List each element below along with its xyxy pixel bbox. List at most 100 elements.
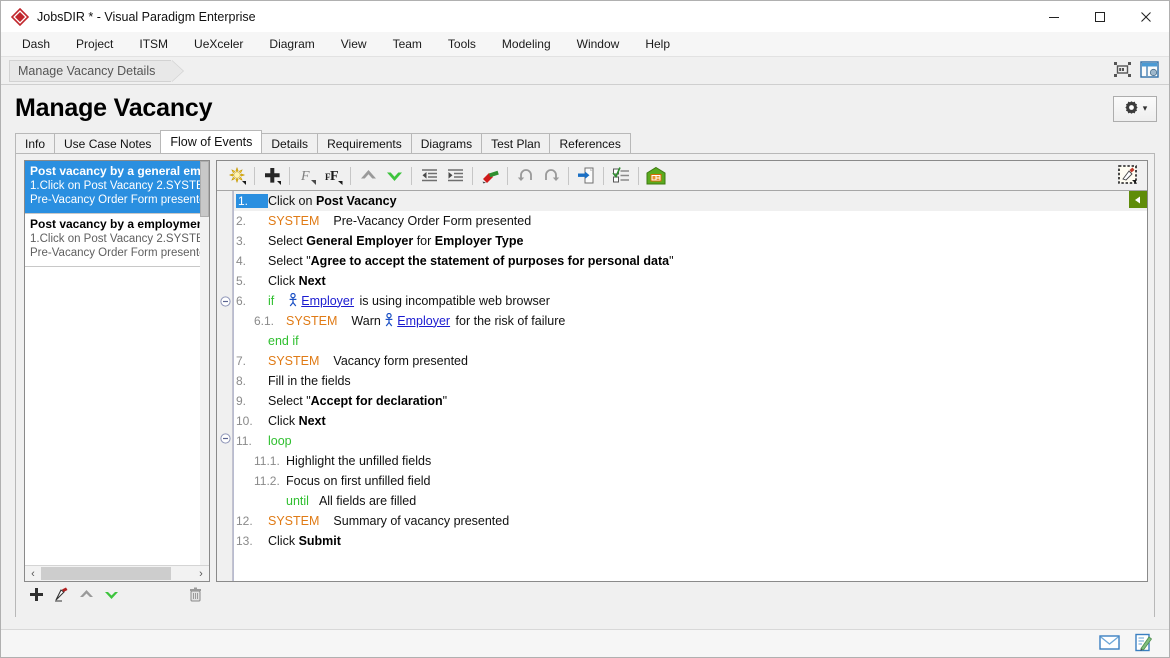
flow-steps-editor[interactable]: 1. Click on Post Vacancy 2. SYSTEM Pre-Va… — [217, 190, 1147, 581]
actor-link-employer[interactable]: Employer — [397, 314, 450, 328]
table-row[interactable]: 1. Click on Post Vacancy — [234, 191, 1147, 211]
menu-item-project[interactable]: Project — [63, 34, 126, 54]
breadcrumb-right-icons — [1113, 60, 1169, 81]
tab-diagrams[interactable]: Diagrams — [410, 133, 483, 153]
scenario-list-panel: Post vacancy by a general em. 1.Click on… — [24, 160, 210, 582]
open-sub-flow-icon[interactable] — [573, 164, 599, 188]
delete-scenario-icon[interactable] — [187, 586, 204, 606]
font-size-icon[interactable]: F F — [320, 164, 346, 188]
toolbar-separator — [411, 166, 412, 185]
menu-item-view[interactable]: View — [328, 34, 380, 54]
table-row[interactable]: 8. Fill in the fields — [234, 371, 1147, 391]
tab-requirements[interactable]: Requirements — [317, 133, 412, 153]
add-scenario-icon[interactable] — [28, 586, 45, 606]
scroll-track[interactable] — [41, 566, 193, 581]
table-row[interactable]: 12. SYSTEM Summary of vacancy presented — [234, 511, 1147, 531]
flow-editor-panel: F F F 1. Click on Post Vacancy 2. SYSTEM… — [216, 160, 1148, 582]
menu-item-dash[interactable]: Dash — [9, 34, 63, 54]
scenario-vertical-scroll-thumb[interactable] — [200, 161, 209, 217]
table-row[interactable]: 2. SYSTEM Pre-Vacancy Order Form presente… — [234, 211, 1147, 231]
move-up-icon[interactable] — [78, 586, 95, 606]
menu-item-itsm[interactable]: ITSM — [126, 34, 181, 54]
scenario-vertical-scrollbar[interactable] — [200, 161, 209, 565]
tab-details[interactable]: Details — [261, 133, 319, 153]
list-item[interactable]: Post vacancy by a employment ager 1.Clic… — [25, 214, 209, 267]
table-row[interactable]: 6. if Employer is using incompatible web … — [234, 291, 1147, 311]
move-step-up-icon[interactable] — [355, 164, 381, 188]
table-row[interactable]: 11. loop — [234, 431, 1147, 451]
table-row[interactable]: 11.2. Focus on first unfilled field — [234, 471, 1147, 491]
move-down-icon[interactable] — [103, 586, 120, 606]
table-row[interactable]: 5. Click Next — [234, 271, 1147, 291]
menu-item-uexceler[interactable]: UeXceler — [181, 34, 256, 54]
add-step-icon[interactable] — [259, 164, 285, 188]
undo-icon[interactable] — [512, 164, 538, 188]
scenario-list[interactable]: Post vacancy by a general em. 1.Click on… — [25, 161, 209, 565]
tab-flow-of-events[interactable]: Flow of Events — [160, 130, 263, 153]
step-number: 2. — [236, 214, 247, 228]
edit-scenario-icon[interactable] — [53, 586, 70, 606]
application-window: JobsDIR * - Visual Paradigm Enterprise D… — [0, 0, 1170, 658]
redo-icon[interactable] — [538, 164, 564, 188]
notes-icon[interactable] — [1134, 633, 1153, 655]
table-row[interactable]: 13. Click Submit — [234, 531, 1147, 551]
collapse-toggle-step-6[interactable] — [220, 296, 231, 307]
scenario-desc-line-1: 1.Click on Post Vacancy 2.SYSTEM — [30, 180, 205, 192]
new-flow-icon[interactable] — [224, 164, 250, 188]
outdent-icon[interactable] — [416, 164, 442, 188]
status-bar — [1, 629, 1169, 657]
scenario-horizontal-scrollbar[interactable]: ‹ › — [25, 565, 209, 581]
highlight-icon[interactable] — [477, 164, 503, 188]
svg-text:F: F — [300, 169, 310, 184]
menu-item-window[interactable]: Window — [564, 34, 633, 54]
scroll-right-arrow-icon[interactable]: › — [193, 566, 209, 581]
fit-to-window-icon[interactable] — [1113, 61, 1132, 81]
tab-test-plan[interactable]: Test Plan — [481, 133, 551, 153]
tab-info[interactable]: Info — [15, 133, 56, 153]
edit-marquee-icon[interactable] — [1115, 163, 1141, 187]
scroll-left-arrow-icon[interactable]: ‹ — [25, 566, 41, 581]
table-row[interactable]: 6.1. SYSTEM Warn Employer for the risk of… — [234, 311, 1147, 331]
actor-link-employer[interactable]: Employer — [301, 294, 354, 308]
selected-row-marker-icon[interactable] — [1129, 191, 1147, 208]
menu-item-team[interactable]: Team — [380, 34, 435, 54]
mail-icon[interactable] — [1099, 634, 1120, 654]
table-row[interactable]: 4. Select "Agree to accept the statement… — [234, 251, 1147, 271]
menu-item-diagram[interactable]: Diagram — [256, 34, 327, 54]
font-style-icon[interactable]: F — [294, 164, 320, 188]
maximize-icon[interactable] — [1077, 1, 1123, 32]
step-number: 13. — [236, 534, 253, 548]
collapse-toggle-step-11[interactable] — [220, 433, 231, 444]
step-text: Fill in the fields — [268, 374, 351, 388]
scenario-title: Post vacancy by a general em. — [30, 164, 205, 178]
close-icon[interactable] — [1123, 1, 1169, 32]
table-row[interactable]: 9. Select "Accept for declaration" — [234, 391, 1147, 411]
tab-references[interactable]: References — [549, 133, 631, 153]
table-row[interactable]: 10. Click Next — [234, 411, 1147, 431]
bottom-gap — [1, 617, 1169, 629]
flow-toolbar-right — [1115, 163, 1141, 187]
minimize-icon[interactable] — [1031, 1, 1077, 32]
checklist-icon[interactable] — [608, 164, 634, 188]
list-item[interactable]: Post vacancy by a general em. 1.Click on… — [25, 161, 209, 214]
table-row[interactable]: 3. Select General Employer for Employer … — [234, 231, 1147, 251]
step-text: SYSTEM Vacancy form presented — [268, 354, 468, 368]
wiki-icon[interactable] — [643, 164, 669, 188]
menu-item-tools[interactable]: Tools — [435, 34, 489, 54]
indent-icon[interactable] — [442, 164, 468, 188]
table-row[interactable]: 7. SYSTEM Vacancy form presented — [234, 351, 1147, 371]
scroll-thumb[interactable] — [41, 567, 171, 580]
panel-layout-icon[interactable] — [1140, 60, 1159, 81]
step-number: 9. — [236, 394, 247, 408]
menu-item-modeling[interactable]: Modeling — [489, 34, 564, 54]
gear-options-button[interactable]: ▾ — [1113, 95, 1157, 122]
table-row[interactable]: until All fields are filled — [234, 491, 1147, 511]
table-row[interactable]: 11.1. Highlight the unfilled fields — [234, 451, 1147, 471]
breadcrumb-item-manage-vacancy-details[interactable]: Manage Vacancy Details — [9, 59, 172, 82]
step-number: 4. — [236, 254, 247, 268]
move-step-down-icon[interactable] — [381, 164, 407, 188]
window-controls — [1031, 1, 1169, 32]
menu-item-help[interactable]: Help — [632, 34, 683, 54]
tab-use-case-notes[interactable]: Use Case Notes — [54, 133, 162, 153]
table-row[interactable]: end if — [234, 331, 1147, 351]
